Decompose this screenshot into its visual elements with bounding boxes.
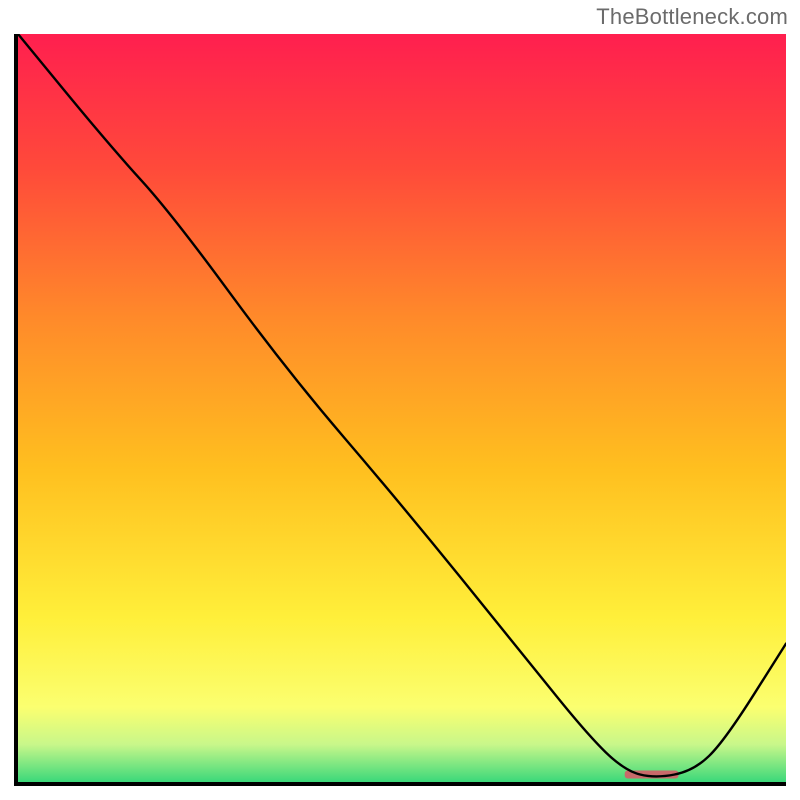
chart-svg	[18, 34, 786, 782]
bottleneck-chart	[14, 34, 786, 786]
chart-gradient-background	[18, 34, 786, 782]
attribution-text: TheBottleneck.com	[596, 4, 788, 30]
